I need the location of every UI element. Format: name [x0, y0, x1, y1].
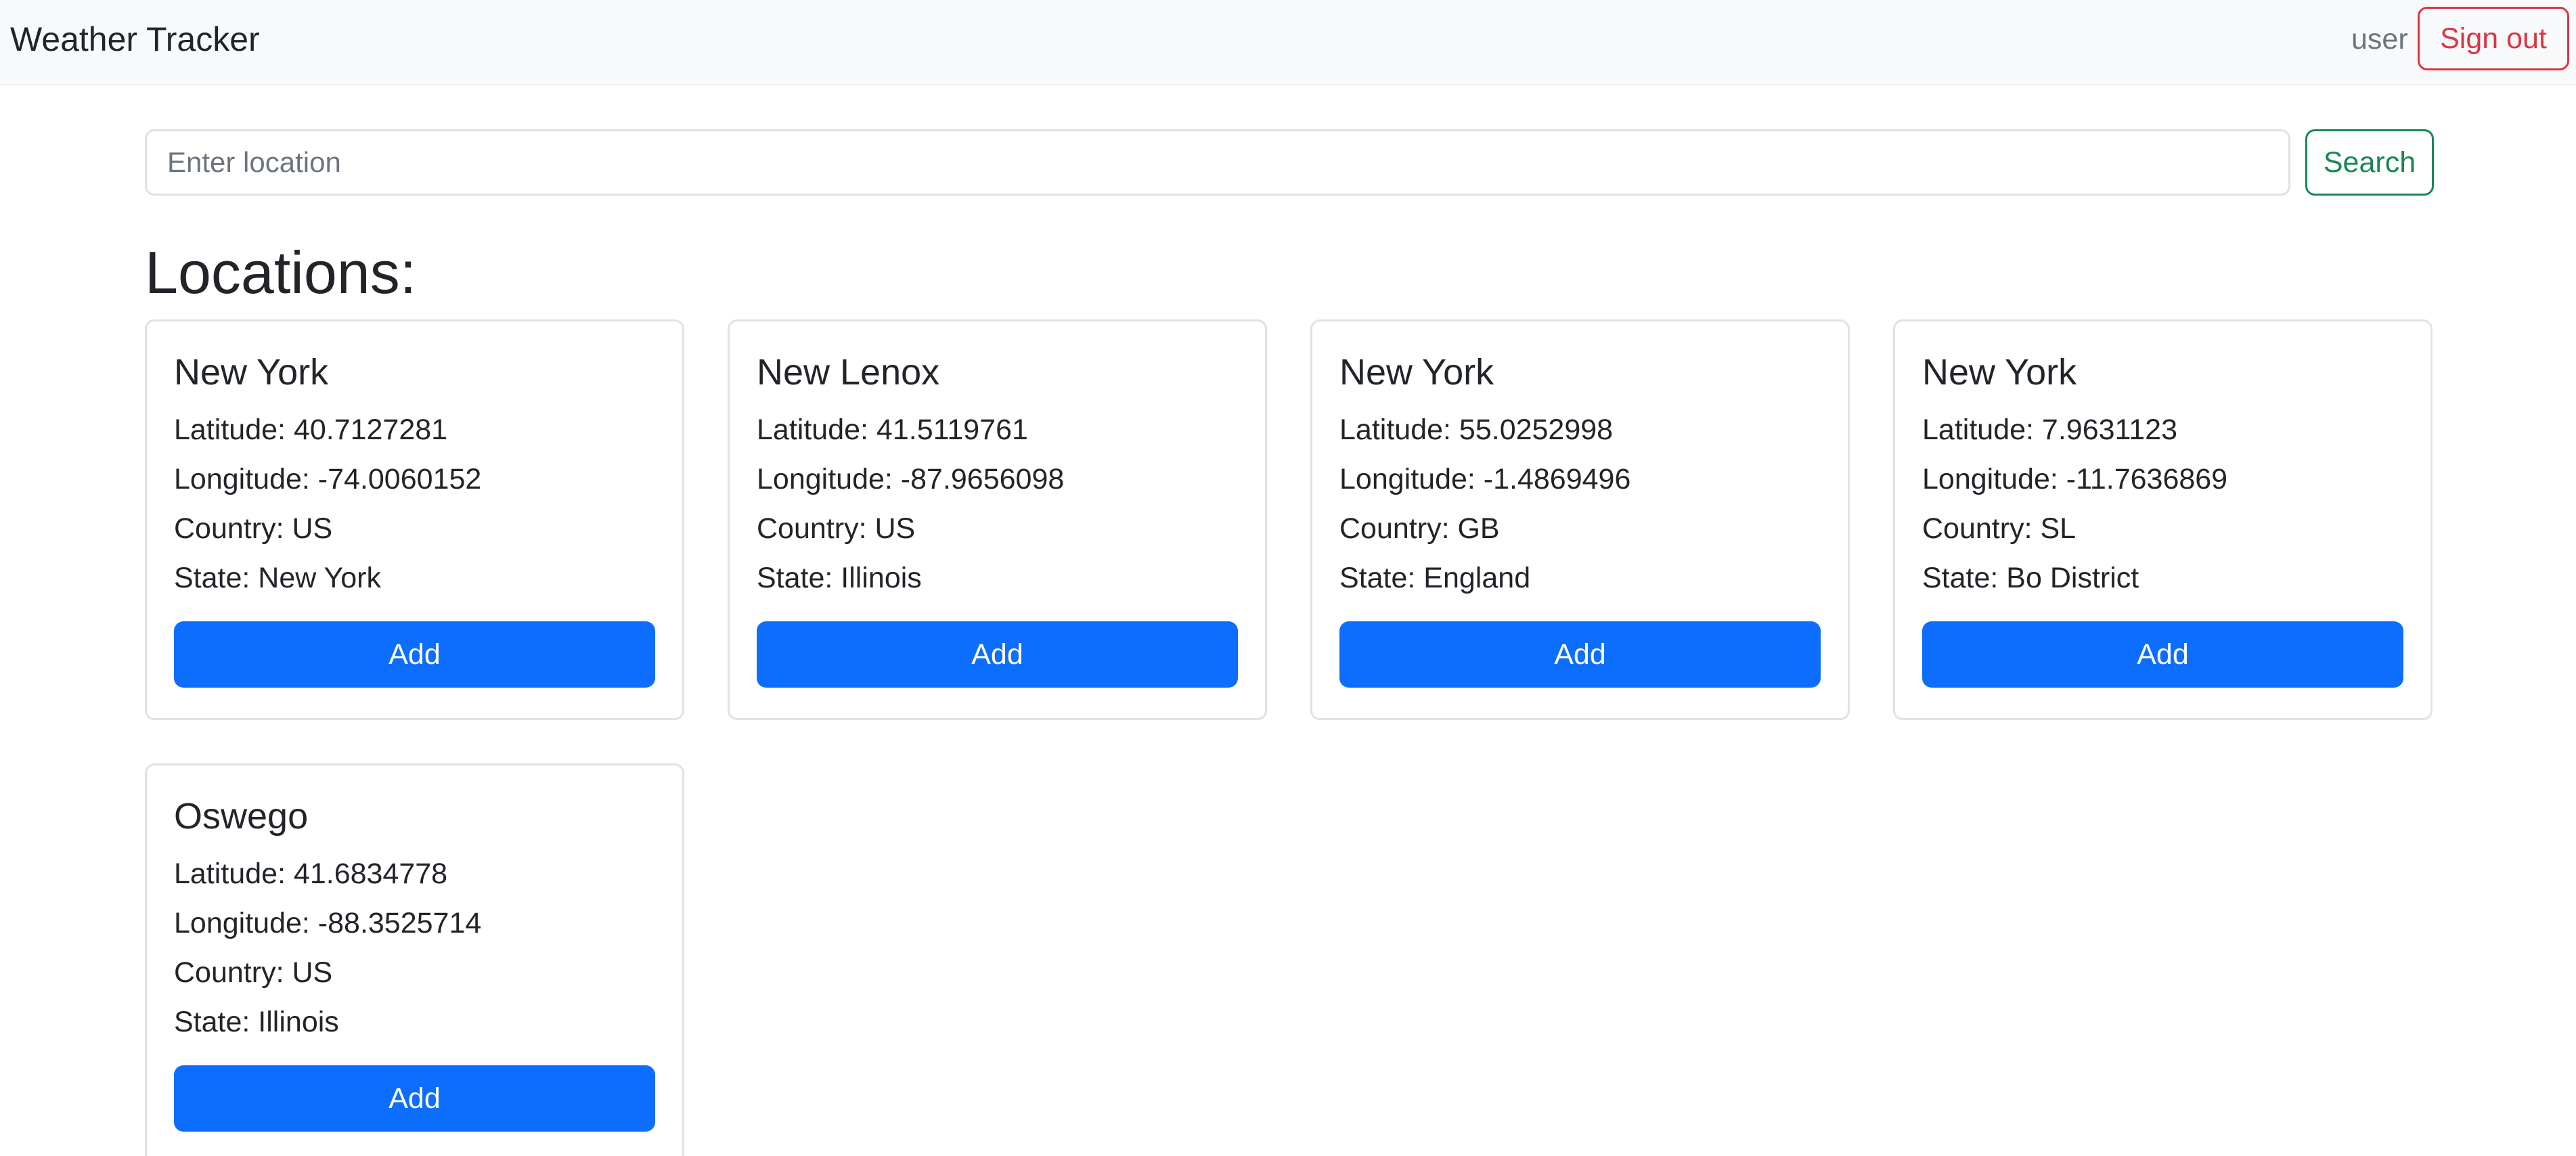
- location-state: State: Illinois: [757, 562, 922, 594]
- brand-title[interactable]: Weather Tracker: [10, 19, 260, 60]
- add-location-button[interactable]: Add: [1922, 621, 2403, 688]
- location-card: New York Latitude: 40.7127281 Longitude:…: [145, 319, 684, 720]
- location-card: New York Latitude: 7.9631123 Longitude: …: [1893, 319, 2433, 720]
- location-latitude: Latitude: 41.6834778: [174, 858, 448, 890]
- location-latitude: Latitude: 7.9631123: [1922, 414, 2177, 446]
- location-state: State: Bo District: [1922, 562, 2139, 594]
- location-longitude: Longitude: -1.4869496: [1339, 463, 1631, 495]
- location-search-input[interactable]: [145, 129, 2290, 196]
- location-card: Oswego Latitude: 41.6834778 Longitude: -…: [145, 763, 684, 1156]
- location-country: Country: US: [757, 512, 916, 545]
- search-button[interactable]: Search: [2305, 129, 2434, 196]
- location-longitude: Longitude: -87.9656098: [757, 463, 1065, 495]
- add-location-button[interactable]: Add: [757, 621, 1238, 688]
- location-country: Country: US: [174, 956, 333, 989]
- add-location-button[interactable]: Add: [174, 621, 655, 688]
- location-latitude: Latitude: 41.5119761: [757, 414, 1028, 446]
- location-name: New York: [174, 352, 329, 393]
- add-location-button[interactable]: Add: [174, 1065, 655, 1132]
- location-country: Country: US: [174, 512, 333, 545]
- location-card: New York Latitude: 55.0252998 Longitude:…: [1310, 319, 1850, 720]
- location-longitude: Longitude: -88.3525714: [174, 907, 482, 939]
- navbar: Weather Tracker user Sign out: [0, 0, 2576, 85]
- location-state: State: Illinois: [174, 1006, 339, 1038]
- location-name: New York: [1922, 352, 2077, 393]
- username-label: user: [2351, 23, 2408, 55]
- add-location-button[interactable]: Add: [1339, 621, 1821, 688]
- location-latitude: Latitude: 55.0252998: [1339, 414, 1614, 446]
- location-country: Country: SL: [1922, 512, 2077, 545]
- location-country: Country: GB: [1339, 512, 1500, 545]
- location-state: State: England: [1339, 562, 1531, 594]
- location-latitude: Latitude: 40.7127281: [174, 414, 448, 446]
- location-name: Oswego: [174, 796, 309, 837]
- location-state: State: New York: [174, 562, 381, 594]
- location-longitude: Longitude: -11.7636869: [1922, 463, 2228, 495]
- sign-out-button[interactable]: Sign out: [2418, 7, 2569, 70]
- locations-heading: Locations:: [145, 239, 417, 306]
- location-name: New York: [1339, 352, 1494, 393]
- location-name: New Lenox: [757, 352, 940, 393]
- location-card: New Lenox Latitude: 41.5119761 Longitude…: [728, 319, 1267, 720]
- location-longitude: Longitude: -74.0060152: [174, 463, 482, 495]
